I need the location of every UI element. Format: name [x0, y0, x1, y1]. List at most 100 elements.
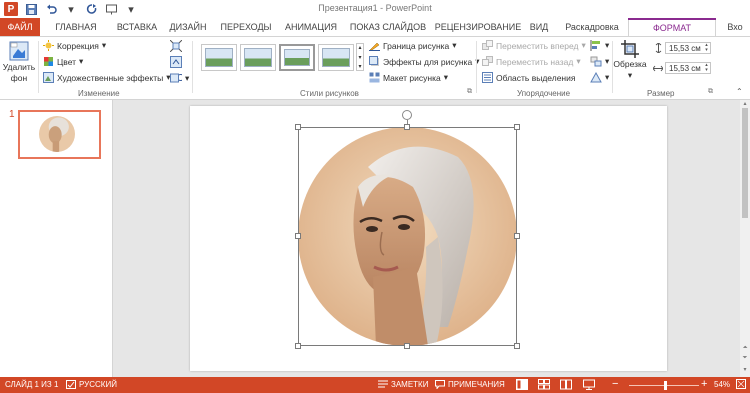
slide-canvas[interactable] — [190, 106, 667, 371]
gallery-down-icon[interactable]: ▾ — [358, 54, 361, 61]
send-backward-label: Переместить назад — [496, 56, 574, 67]
crop-label: Обрезка — [613, 59, 647, 69]
change-picture-icon — [170, 56, 182, 68]
resize-handle-top[interactable] — [404, 124, 410, 130]
artistic-effects-button[interactable]: Художественные эффекты ▾ — [43, 72, 170, 83]
fit-slide-icon[interactable] — [736, 379, 746, 389]
width-spinner[interactable]: ▴ ▾ — [703, 63, 710, 73]
gallery-scroll[interactable]: ▴ ▾ ▾ — [356, 43, 364, 71]
resize-handle-right[interactable] — [514, 233, 520, 239]
zoom-level[interactable]: 54% — [714, 380, 730, 389]
picture-effects-icon — [369, 56, 380, 67]
resize-handle-top-right[interactable] — [514, 124, 520, 130]
view-reading-icon[interactable] — [560, 379, 572, 390]
rotate-handle-icon[interactable] — [402, 110, 412, 120]
title-bar: P ▾ ▾ Презентация1 - PowerPoint — [0, 0, 750, 18]
vertical-scrollbar[interactable]: ▴ ⏶ ⏷ ▾ — [740, 100, 750, 377]
chevron-down-icon: ▾ — [581, 40, 586, 50]
height-spinner[interactable]: ▴ ▾ — [703, 43, 710, 53]
reset-picture-button[interactable]: ▾ — [170, 72, 189, 84]
gallery-up-icon[interactable]: ▴ — [358, 44, 361, 51]
tab-format[interactable]: ФОРМАТ — [628, 18, 716, 37]
view-sorter-icon[interactable] — [538, 379, 550, 390]
zoom-out-icon[interactable]: − — [612, 378, 618, 390]
language-indicator[interactable]: РУССКИЙ — [66, 380, 117, 389]
selection-pane-label: Область выделения — [496, 72, 576, 83]
width-input[interactable]: 15,53 см ▴ ▾ — [665, 62, 711, 74]
scrollbar-thumb[interactable] — [742, 108, 748, 218]
collapse-ribbon-icon[interactable]: ⌃ — [736, 87, 743, 96]
picture-style-thumb[interactable] — [201, 44, 237, 71]
previous-slide-icon[interactable]: ⏶ — [741, 345, 749, 352]
resize-handle-left[interactable] — [295, 233, 301, 239]
artistic-effects-label: Художественные эффекты — [57, 72, 164, 83]
group-separator — [38, 41, 39, 93]
selection-pane-icon — [482, 72, 493, 83]
remove-background-button[interactable]: Удалить фон — [3, 41, 35, 83]
rotate-button[interactable]: ▾ — [590, 72, 609, 83]
selected-picture[interactable] — [295, 110, 520, 349]
tab-review[interactable]: РЕЦЕНЗИРОВАНИЕ — [432, 18, 524, 36]
correction-label: Коррекция — [57, 40, 99, 51]
styles-dialog-launcher-icon[interactable]: ⧉ — [467, 88, 472, 96]
resize-handle-top-left[interactable] — [295, 124, 301, 130]
slide-thumbnail-pane: 1 — [0, 100, 113, 377]
sign-in-link[interactable]: Вхо — [720, 18, 750, 36]
scroll-down-icon[interactable]: ▾ — [741, 366, 749, 373]
zoom-in-icon[interactable]: + — [701, 378, 707, 390]
tab-storyboarding[interactable]: Раскадровка — [560, 18, 624, 36]
view-slideshow-icon[interactable] — [583, 379, 595, 390]
scroll-up-icon[interactable]: ▴ — [741, 100, 749, 107]
change-picture-button[interactable] — [170, 56, 182, 68]
tab-animation[interactable]: АНИМАЦИЯ — [276, 18, 346, 36]
picture-style-thumb[interactable] — [318, 44, 354, 71]
slide-thumbnail[interactable] — [18, 110, 101, 159]
status-bar: СЛАЙД 1 ИЗ 1 РУССКИЙ ЗАМЕТКИ ПРИМЕЧАНИЯ … — [0, 377, 750, 393]
picture-border-button[interactable]: Граница рисунка ▾ — [369, 40, 457, 51]
comments-icon — [435, 380, 445, 389]
color-button[interactable]: Цвет ▾ — [43, 56, 83, 67]
notes-icon — [378, 380, 388, 388]
resize-handle-bottom-left[interactable] — [295, 343, 301, 349]
picture-style-thumb[interactable] — [240, 44, 276, 71]
selection-border — [298, 127, 517, 346]
bring-forward-button[interactable]: Переместить вперед ▾ — [482, 40, 586, 51]
height-input[interactable]: 15,53 см ▴ ▾ — [665, 42, 711, 54]
color-label: Цвет — [57, 56, 77, 67]
picture-layout-button[interactable]: Макет рисунка ▾ — [369, 72, 448, 83]
tab-home[interactable]: ГЛАВНАЯ — [45, 18, 107, 36]
remove-background-line2: фон — [10, 73, 28, 83]
compress-pictures-button[interactable] — [170, 40, 182, 52]
correction-button[interactable]: Коррекция ▾ — [43, 40, 106, 51]
size-dialog-launcher-icon[interactable]: ⧉ — [708, 88, 713, 96]
resize-handle-bottom[interactable] — [404, 343, 410, 349]
crop-button[interactable]: Обрезка ▾ — [613, 40, 647, 81]
tab-slide-show[interactable]: ПОКАЗ СЛАЙДОВ — [344, 18, 432, 36]
notes-label: ЗАМЕТКИ — [391, 380, 429, 389]
bring-forward-icon — [482, 40, 493, 51]
workspace: 1 ▴ ⏶ ⏷ ▾ — [0, 100, 750, 377]
group-separator — [476, 41, 477, 93]
tab-file[interactable]: ФАЙЛ — [0, 18, 40, 36]
align-button[interactable]: ▾ — [590, 40, 609, 51]
tab-view[interactable]: ВИД — [524, 18, 554, 36]
notes-button[interactable]: ЗАМЕТКИ — [378, 380, 428, 389]
picture-effects-button[interactable]: Эффекты для рисунка ▾ — [369, 56, 479, 67]
tab-design[interactable]: ДИЗАЙН — [160, 18, 216, 36]
crop-icon — [621, 40, 639, 58]
group-objects-button[interactable]: ▾ — [590, 56, 609, 67]
picture-style-preview — [284, 49, 310, 66]
tab-transitions[interactable]: ПЕРЕХОДЫ — [214, 18, 278, 36]
height-value: 15,53 см — [669, 44, 701, 53]
chevron-down-icon: ▾ — [627, 70, 633, 80]
send-backward-button[interactable]: Переместить назад ▾ — [482, 56, 581, 67]
comments-button[interactable]: ПРИМЕЧАНИЯ — [435, 380, 505, 389]
gallery-more-icon[interactable]: ▾ — [358, 63, 361, 70]
resize-handle-bottom-right[interactable] — [514, 343, 520, 349]
zoom-slider-knob[interactable] — [664, 381, 667, 390]
next-slide-icon[interactable]: ⏷ — [741, 355, 749, 362]
view-normal-icon[interactable] — [516, 379, 528, 390]
chevron-down-icon: ▾ — [605, 40, 610, 50]
selection-pane-button[interactable]: Область выделения — [482, 72, 575, 83]
picture-style-thumb[interactable] — [279, 44, 315, 71]
